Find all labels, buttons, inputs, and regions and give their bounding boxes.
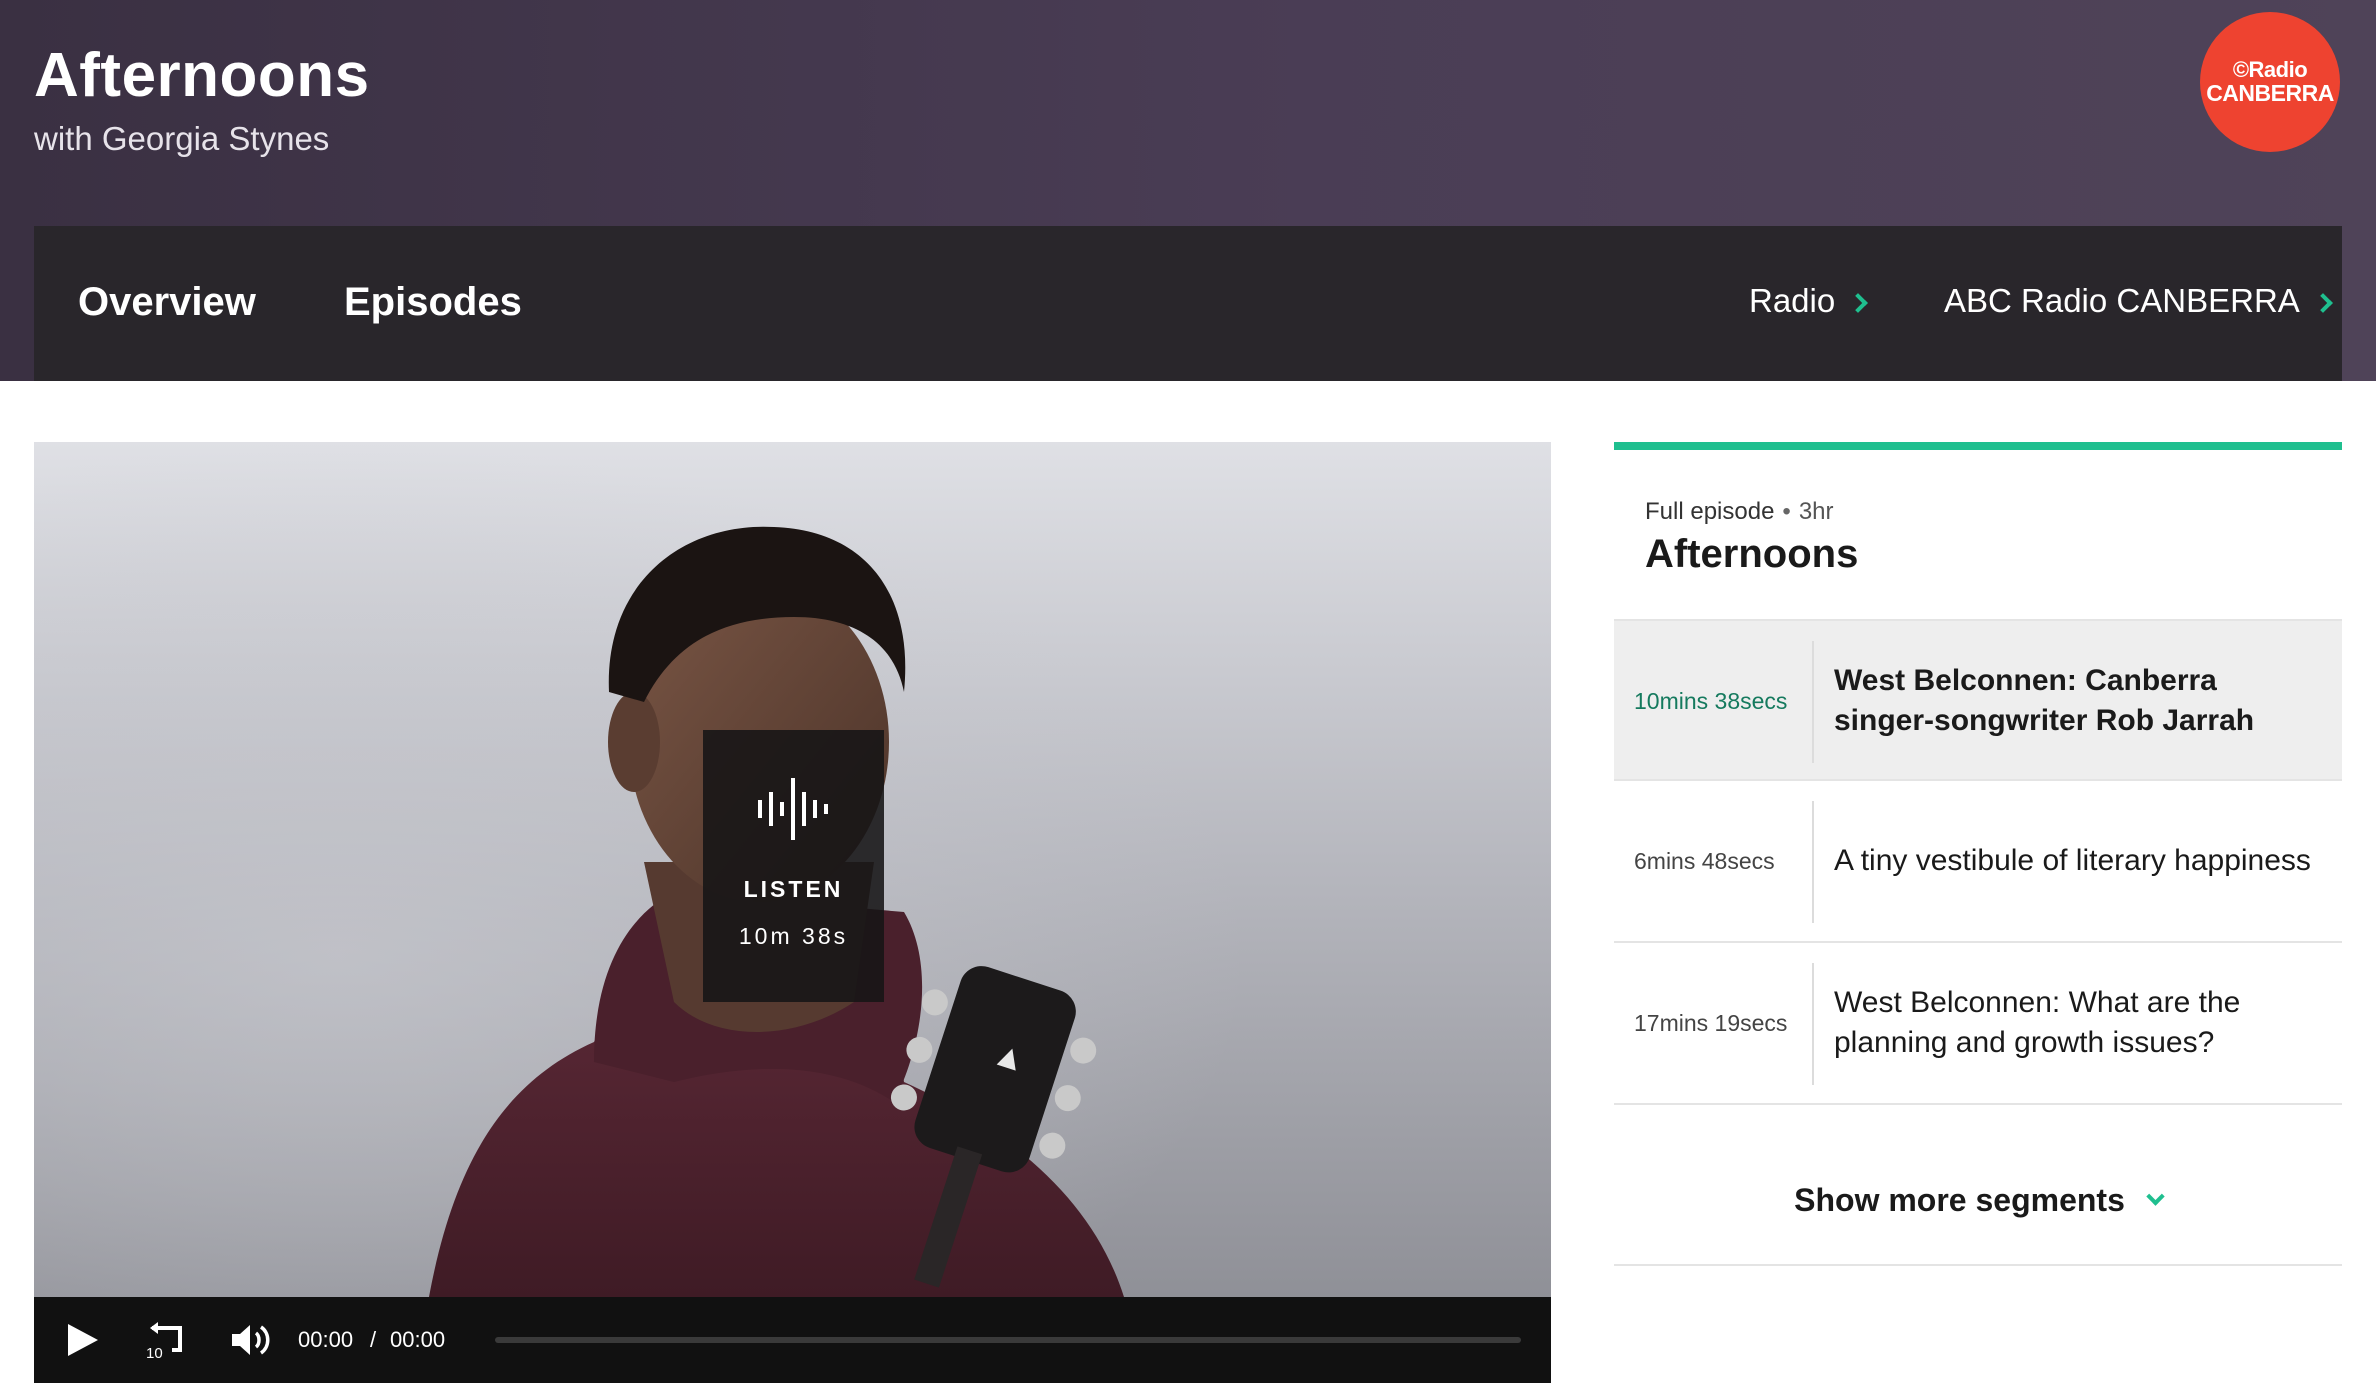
episode-length: 3hr [1798, 498, 1834, 525]
abc-radio-canberra-logo[interactable]: ©Radio CANBERRA [2200, 12, 2340, 152]
segment-item[interactable]: 6mins 48secs A tiny vestibule of literar… [1614, 781, 2342, 943]
current-time: 00:00 [298, 1327, 354, 1352]
segment-divider [1812, 801, 1814, 923]
episode-type: Full episode [1645, 498, 1775, 525]
show-more-segments-button[interactable]: Show more segments [1614, 1136, 2342, 1266]
volume-icon [232, 1325, 270, 1355]
chevron-right-icon [1848, 293, 1869, 313]
audio-player: LISTEN 10m 38s 10 00:00 / 00:00 [34, 442, 1551, 1383]
breadcrumb-station[interactable]: ABC Radio CANBERRA [1944, 282, 2333, 320]
svg-text:10: 10 [146, 1345, 163, 1360]
breadcrumb-radio[interactable]: Radio [1749, 282, 1869, 320]
segment-duration: 17mins 19secs [1634, 1009, 1788, 1036]
segment-title: A tiny vestibule of literary happiness [1834, 843, 2311, 877]
listen-duration: 10m 38s [738, 923, 849, 949]
segment-item[interactable]: 10mins 38secs West Belconnen: Canberra s… [1614, 619, 2342, 781]
segment-duration: 6mins 48secs [1634, 847, 1775, 874]
replay-10-icon: 10 [146, 1322, 182, 1360]
breadcrumb-station-label: ABC Radio CANBERRA [1944, 282, 2300, 319]
episode-meta: Full episode • 3hr [1645, 498, 1834, 526]
replay-10-button[interactable]: 10 [144, 1297, 186, 1383]
logo-line-2: CANBERRA [2206, 80, 2334, 106]
segment-item[interactable]: 17mins 19secs West Belconnen: What are t… [1614, 943, 2342, 1105]
segment-duration: 10mins 38secs [1634, 687, 1788, 714]
episode-panel: Full episode • 3hr Afternoons 10mins 38s… [1614, 442, 2342, 1266]
play-button[interactable] [64, 1297, 100, 1383]
total-time: 00:00 [390, 1327, 446, 1352]
time-separator: / [370, 1327, 377, 1352]
meta-dot: • [1782, 498, 1791, 525]
segment-title: West Belconnen: What are the planning an… [1834, 985, 2241, 1060]
segment-divider [1812, 641, 1814, 763]
segment-divider [1812, 963, 1814, 1085]
volume-button[interactable] [230, 1297, 274, 1383]
tab-episodes[interactable]: Episodes [344, 280, 522, 325]
chevron-down-icon [2146, 1186, 2165, 1206]
accent-bar [1614, 442, 2342, 450]
chevron-right-icon [2312, 293, 2333, 313]
listen-button[interactable]: LISTEN 10m 38s [703, 730, 884, 1002]
player-controls: 10 00:00 / 00:00 [34, 1297, 1551, 1383]
show-more-label: Show more segments [1794, 1181, 2125, 1218]
progress-bar[interactable] [495, 1337, 1521, 1343]
segment-title: West Belconnen: Canberra singer-songwrit… [1834, 663, 2255, 738]
play-icon [68, 1324, 98, 1356]
listen-label: LISTEN [743, 876, 844, 902]
tab-overview[interactable]: Overview [78, 280, 256, 325]
show-title: Afternoons [34, 41, 370, 110]
show-subtitle: with Georgia Stynes [34, 120, 330, 157]
segment-list: 10mins 38secs West Belconnen: Canberra s… [1614, 619, 2342, 1105]
breadcrumb-radio-label: Radio [1749, 282, 1836, 319]
logo-line-1: ©Radio [2232, 57, 2308, 82]
waveform-icon [757, 778, 828, 840]
episode-title: Afternoons [1645, 532, 1859, 576]
program-nav: Overview Episodes Radio ABC Radio CANBER… [34, 226, 2342, 381]
